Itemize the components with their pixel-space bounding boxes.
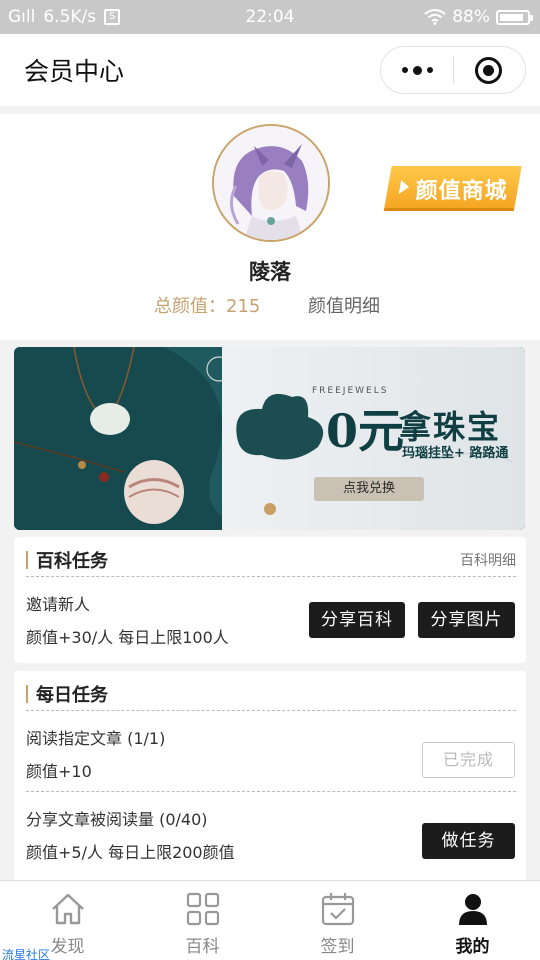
tab-encyclopedia[interactable]: 百科 bbox=[135, 881, 270, 960]
watermark: 流星社区 bbox=[2, 948, 51, 960]
banner-zero: 0元 bbox=[326, 404, 405, 458]
battery-percent: 88% bbox=[452, 7, 490, 27]
user-icon bbox=[458, 894, 487, 925]
card-title: 每日任务 bbox=[36, 685, 108, 706]
promo-banner[interactable]: FREEJEWELS 0元 拿珠宝 玛瑙挂坠+ 路路通 点我兑换 bbox=[14, 347, 525, 530]
profile-section: 颜值商城 陵落 总颜值：215 颜值明细 bbox=[0, 114, 540, 340]
task-name: 分享文章被阅读量 (0/40) bbox=[26, 810, 208, 829]
tab-label: 百科 bbox=[185, 937, 220, 957]
wifi-icon bbox=[424, 9, 446, 25]
task-reward: 颜值+30/人 每日上限100人 bbox=[26, 628, 229, 647]
header-accent-bar bbox=[26, 551, 28, 569]
encyclopedia-task-card: 百科任务 百科明细 邀请新人 颜值+30/人 每日上限100人 分享百科 分享图… bbox=[14, 537, 526, 663]
task-name: 阅读指定文章 (1/1) bbox=[26, 729, 166, 748]
page-title: 会员中心 bbox=[24, 57, 125, 86]
completed-button: 已完成 bbox=[422, 742, 515, 778]
tab-label: 签到 bbox=[320, 937, 355, 957]
mini-program-capsule bbox=[380, 46, 526, 94]
card-header: 百科任务 百科明细 bbox=[26, 547, 516, 577]
share-encyclopedia-button[interactable]: 分享百科 bbox=[309, 602, 405, 638]
header-accent-bar bbox=[26, 685, 28, 703]
calendar-check-icon bbox=[321, 893, 354, 926]
play-arrow-icon bbox=[398, 180, 411, 194]
tab-label: 我的 bbox=[455, 937, 490, 957]
capsule-divider bbox=[453, 57, 454, 83]
task-name: 邀请新人 bbox=[26, 595, 91, 614]
battery-level bbox=[500, 13, 523, 21]
do-task-button[interactable]: 做任务 bbox=[422, 823, 515, 859]
tab-checkin[interactable]: 签到 bbox=[270, 881, 405, 960]
carousel-indicator[interactable] bbox=[264, 503, 276, 515]
status-right: 88% bbox=[424, 7, 533, 27]
title-bar: 会员中心 bbox=[0, 34, 540, 106]
task-reward: 颜值+5/人 每日上限200颜值 bbox=[26, 843, 235, 862]
battery-icon bbox=[496, 9, 533, 25]
card-header: 每日任务 bbox=[26, 681, 516, 711]
task-reward: 颜值+10 bbox=[26, 762, 92, 781]
share-image-button[interactable]: 分享图片 bbox=[418, 602, 515, 638]
tab-mine[interactable]: 我的 bbox=[405, 881, 540, 960]
avatar-illustration bbox=[214, 126, 328, 240]
card-title: 百科任务 bbox=[36, 551, 108, 572]
status-bar: Gıll 6.5K/s S 22:04 88% bbox=[0, 0, 540, 34]
banner-cta-button[interactable]: 点我兑换 bbox=[314, 477, 424, 501]
shop-badge-label: 颜值商城 bbox=[415, 179, 508, 204]
score-detail-link[interactable]: 颜值明细 bbox=[308, 292, 380, 318]
daily-task-card: 每日任务 阅读指定文章 (1/1) 颜值+10 已完成 分享文章被阅读量 (0/… bbox=[14, 671, 526, 881]
avatar[interactable] bbox=[212, 124, 330, 242]
banner-subline: 玛瑙挂坠+ 路路通 bbox=[402, 446, 509, 461]
target-close-icon[interactable] bbox=[475, 57, 502, 84]
task-divider bbox=[26, 791, 516, 792]
tab-bar: 发现 百科 签到 我的 bbox=[0, 880, 540, 960]
grid-icon bbox=[186, 892, 219, 926]
total-score: 总颜值：215 bbox=[154, 296, 261, 317]
more-dots-icon[interactable] bbox=[381, 47, 453, 93]
username: 陵落 bbox=[249, 260, 291, 284]
encyclopedia-detail-link[interactable]: 百科明细 bbox=[460, 550, 516, 570]
shop-badge-button[interactable]: 颜值商城 bbox=[384, 166, 522, 208]
home-icon bbox=[51, 893, 84, 925]
